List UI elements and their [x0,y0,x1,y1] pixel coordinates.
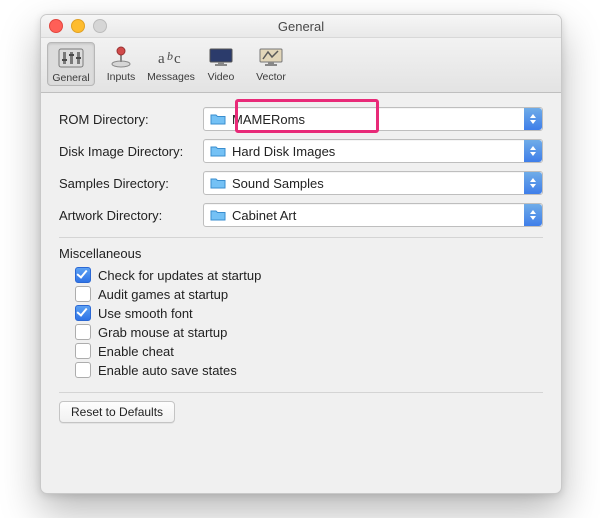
sliders-icon [53,45,89,71]
dropdown-disk-image-directory[interactable]: Hard Disk Images [203,139,543,163]
checkbox-label: Enable cheat [98,344,174,359]
checkbox-icon [75,267,91,283]
section-title-misc: Miscellaneous [59,246,543,261]
checkbox-auto-save[interactable]: Enable auto save states [75,362,543,378]
row-artwork-directory: Artwork Directory: Cabinet Art [59,203,543,227]
tab-general[interactable]: General [47,42,95,86]
general-pane: ROM Directory: MAMERoms Disk Image Direc… [41,93,561,433]
row-rom-directory: ROM Directory: MAMERoms [59,107,543,131]
minimize-window-button[interactable] [71,19,85,33]
monitor-icon [203,44,239,70]
separator [59,392,543,393]
tab-vector[interactable]: Vector [247,42,295,88]
dropdown-value: Sound Samples [232,176,324,191]
titlebar: General [41,15,561,38]
tab-label: Inputs [107,71,136,83]
checkbox-icon [75,286,91,302]
tab-label: General [52,72,89,84]
checkbox-label: Audit games at startup [98,287,228,302]
folder-icon [210,209,226,221]
row-samples-directory: Samples Directory: Sound Samples [59,171,543,195]
chevron-updown-icon [524,172,542,194]
dropdown-samples-directory[interactable]: Sound Samples [203,171,543,195]
tab-label: Vector [256,71,286,83]
tab-messages[interactable]: a b c Messages [147,42,195,88]
row-disk-image-directory: Disk Image Directory: Hard Disk Images [59,139,543,163]
dropdown-value: Hard Disk Images [232,144,335,159]
checkbox-check-updates[interactable]: Check for updates at startup [75,267,543,283]
svg-text:b: b [167,49,173,63]
tab-label: Messages [147,71,195,83]
preferences-window: General General [40,14,562,494]
folder-icon [210,145,226,157]
separator [59,237,543,238]
text-icon: a b c [153,44,189,70]
chevron-updown-icon [524,204,542,226]
checkbox-label: Enable auto save states [98,363,237,378]
close-window-button[interactable] [49,19,63,33]
chevron-updown-icon [524,108,542,130]
checkbox-label: Check for updates at startup [98,268,261,283]
tab-inputs[interactable]: Inputs [97,42,145,88]
prefs-toolbar: General Inputs a b c [41,38,561,93]
label-samples-directory: Samples Directory: [59,176,203,191]
dropdown-artwork-directory[interactable]: Cabinet Art [203,203,543,227]
checkbox-label: Use smooth font [98,306,193,321]
vector-icon [253,44,289,70]
checkbox-grab-mouse[interactable]: Grab mouse at startup [75,324,543,340]
checkbox-enable-cheat[interactable]: Enable cheat [75,343,543,359]
label-artwork-directory: Artwork Directory: [59,208,203,223]
reset-defaults-button[interactable]: Reset to Defaults [59,401,175,423]
folder-icon [210,113,226,125]
checkbox-icon [75,324,91,340]
checkbox-icon [75,305,91,321]
label-rom-directory: ROM Directory: [59,112,203,127]
tab-video[interactable]: Video [197,42,245,88]
checkbox-icon [75,362,91,378]
checkbox-icon [75,343,91,359]
svg-text:c: c [174,51,181,67]
checkbox-label: Grab mouse at startup [98,325,227,340]
dropdown-rom-directory[interactable]: MAMERoms [203,107,543,131]
svg-text:a: a [158,51,165,67]
folder-icon [210,177,226,189]
chevron-updown-icon [524,140,542,162]
dropdown-value: Cabinet Art [232,208,296,223]
checkbox-audit-games[interactable]: Audit games at startup [75,286,543,302]
zoom-window-button[interactable] [93,19,107,33]
dropdown-value: MAMERoms [232,112,305,127]
label-disk-image-directory: Disk Image Directory: [59,144,203,159]
checkbox-smooth-font[interactable]: Use smooth font [75,305,543,321]
window-controls [49,19,107,33]
joystick-icon [103,44,139,70]
window-title: General [41,19,561,34]
tab-label: Video [208,71,235,83]
